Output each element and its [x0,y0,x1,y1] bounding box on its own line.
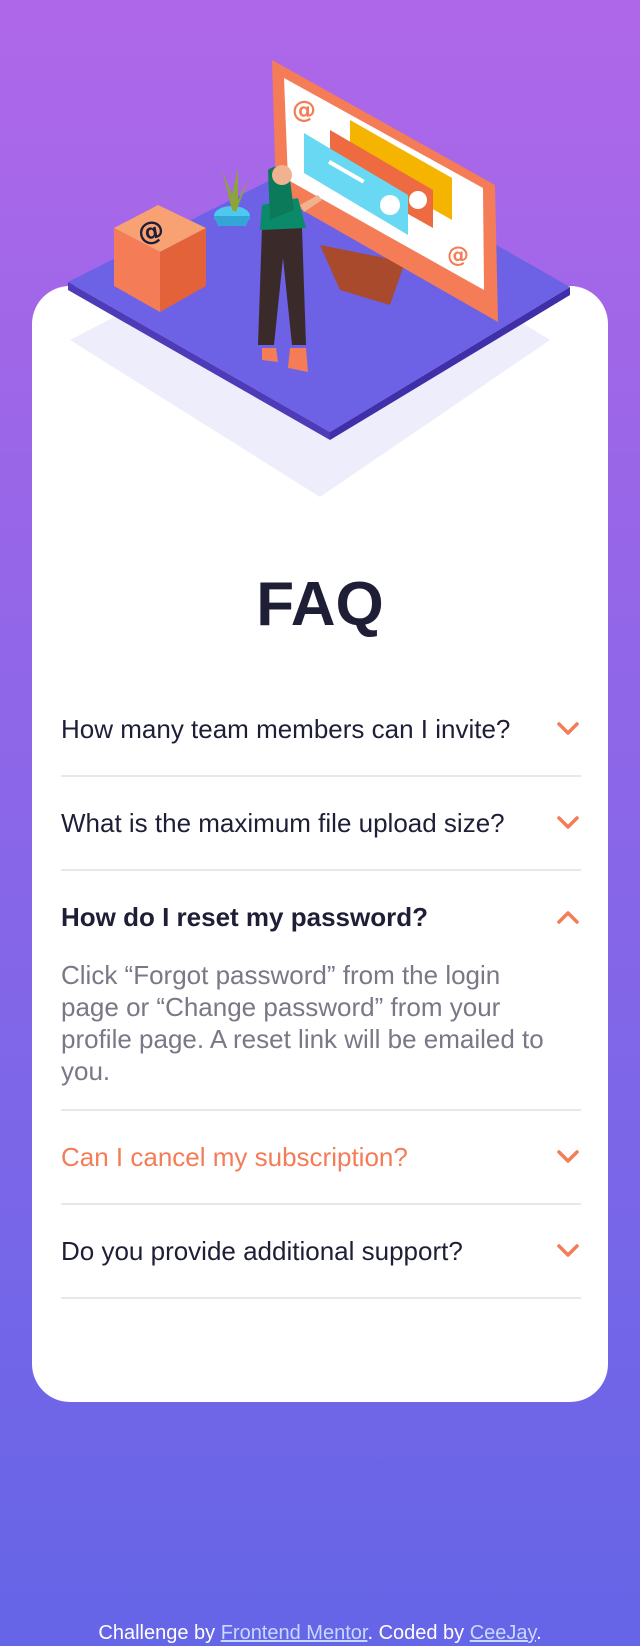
faq-question-text: How many team members can I invite? [61,714,511,744]
attribution-footer: Challenge by Frontend Mentor. Coded by C… [0,1620,640,1646]
chevron-down-icon [557,1150,579,1163]
chevron-down-icon [557,722,579,735]
chevron-down-icon [557,1244,579,1257]
footer-text: Challenge by [98,1622,221,1644]
faq-question[interactable]: Can I cancel my subscription? [61,1111,581,1203]
svg-text:@: @ [292,96,316,124]
faq-item[interactable]: Can I cancel my subscription? [61,1111,581,1205]
chevron-up-icon [557,911,579,924]
faq-answer: Click “Forgot password” from the login p… [61,960,544,1086]
faq-item[interactable]: How many team members can I invite? [61,683,581,777]
footer-text: Coded by [378,1622,470,1644]
faq-item[interactable]: Do you provide additional support? [61,1205,581,1299]
faq-question-text: What is the maximum file upload size? [61,808,505,838]
footer-text: . [367,1622,379,1644]
page-title: FAQ [256,570,384,639]
faq-item[interactable]: How do I reset my password? Click “Forgo… [61,871,581,1111]
faq-question-text: How do I reset my password? [61,902,428,932]
faq-question-text: Do you provide additional support? [61,1236,463,1266]
faq-item[interactable]: What is the maximum file upload size? [61,777,581,871]
faq-question[interactable]: How do I reset my password? [61,871,581,963]
footer-text: . [536,1622,542,1644]
svg-text:@: @ [447,243,469,268]
faq-question[interactable]: Do you provide additional support? [61,1205,581,1297]
frontend-mentor-link[interactable]: Frontend Mentor [221,1622,368,1644]
faq-question[interactable]: How many team members can I invite? [61,683,581,775]
faq-question[interactable]: What is the maximum file upload size? [61,777,581,869]
svg-text:@: @ [136,215,167,249]
faq-question-text: Can I cancel my subscription? [61,1142,408,1172]
author-link[interactable]: CeeJay [470,1622,536,1644]
faq-list: How many team members can I invite? What… [61,683,581,1299]
woman-online-illustration: @ @ @ [68,60,570,497]
chevron-down-icon [557,816,579,829]
